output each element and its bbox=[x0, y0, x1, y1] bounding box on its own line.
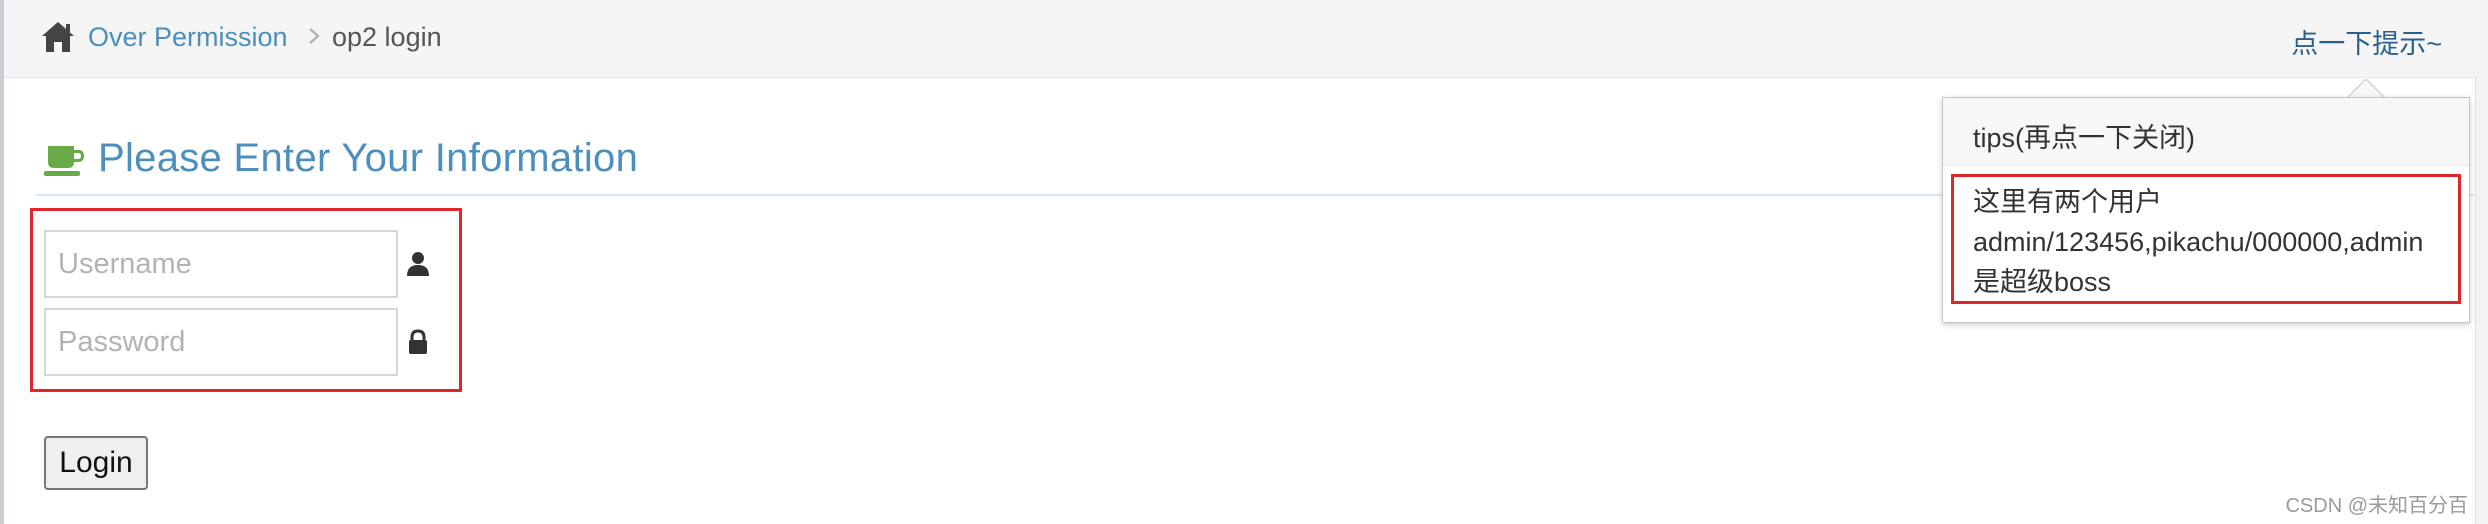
page-title: Please Enter Your Information bbox=[98, 136, 639, 180]
chevron-right-icon bbox=[309, 28, 320, 44]
username-input[interactable] bbox=[44, 230, 398, 298]
breadcrumb-link-over-permission[interactable]: Over Permission bbox=[88, 22, 288, 53]
user-icon bbox=[407, 252, 429, 276]
popover-title: tips(再点一下关闭) bbox=[1943, 98, 2469, 166]
home-icon[interactable] bbox=[40, 20, 76, 54]
show-tips-link[interactable]: 点一下提示~ bbox=[2291, 22, 2442, 61]
popover-line: admin/123456,pikachu/000000,admin bbox=[1973, 227, 2424, 257]
login-button[interactable]: Login bbox=[44, 436, 148, 490]
popover-arrow bbox=[2346, 79, 2386, 99]
password-input[interactable] bbox=[44, 308, 398, 376]
popover-line: 这里有两个用户 bbox=[1973, 187, 2162, 217]
popover-content: 这里有两个用户 admin/123456,pikachu/000000,admi… bbox=[1973, 182, 2463, 302]
breadcrumb-bar: Over Permission op2 login 点一下提示~ bbox=[4, 0, 2476, 78]
left-frame-border bbox=[0, 0, 4, 524]
lock-icon bbox=[409, 329, 427, 354]
coffee-cup-icon bbox=[44, 146, 84, 176]
breadcrumb-current: op2 login bbox=[332, 22, 442, 52]
watermark: CSDN @未知百分百 bbox=[2285, 495, 2468, 517]
tips-popover: tips(再点一下关闭) 这里有两个用户 admin/123456,pikach… bbox=[1942, 97, 2470, 323]
popover-line: 是超级boss bbox=[1973, 267, 2112, 297]
right-scrollbar-track[interactable] bbox=[2475, 0, 2488, 524]
